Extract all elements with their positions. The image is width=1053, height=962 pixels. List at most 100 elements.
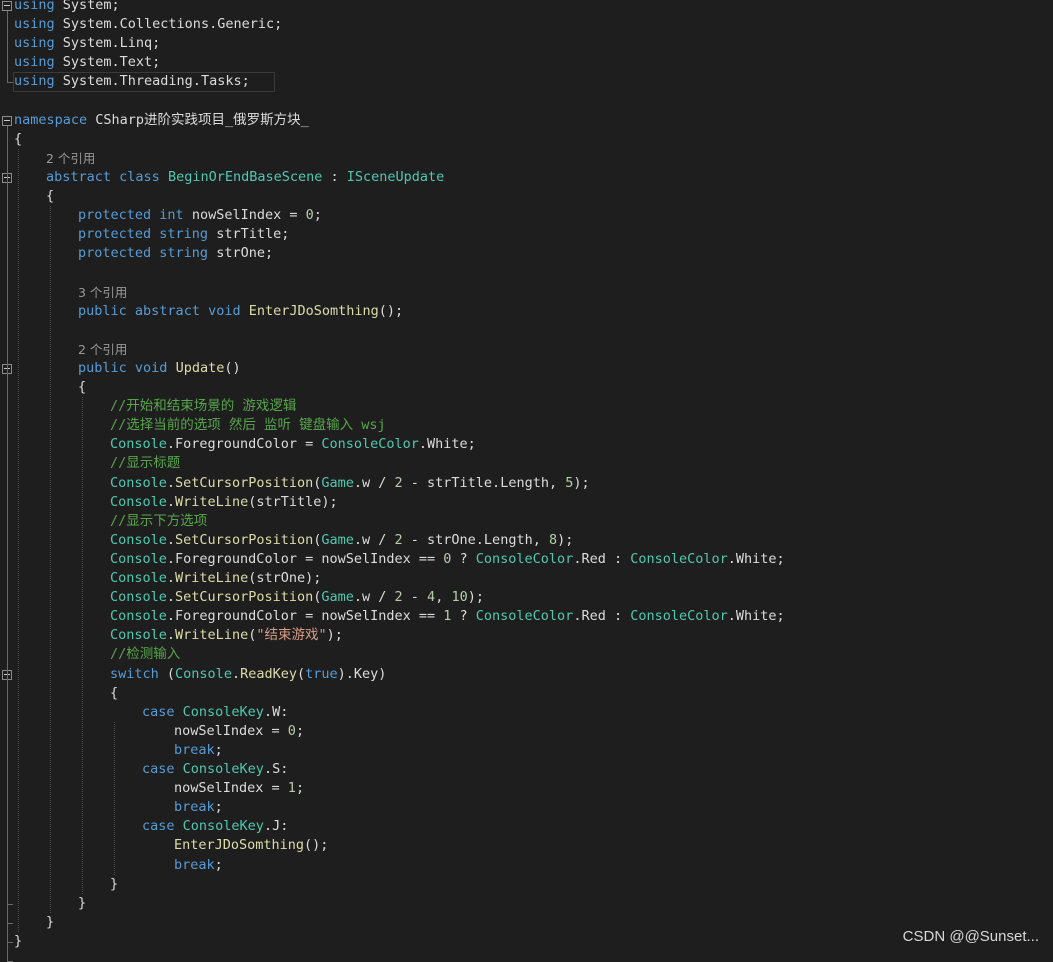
code-token: .S: bbox=[263, 761, 289, 777]
code-line: protected int nowSelIndex = 0; bbox=[0, 206, 1053, 225]
code-token: Console bbox=[110, 589, 167, 606]
code-token: .w / bbox=[353, 589, 395, 606]
code-token: { bbox=[46, 188, 55, 204]
code-text: //开始和结束场景的 游戏逻辑 bbox=[110, 397, 296, 416]
code-token: . bbox=[166, 627, 176, 644]
code-token: break bbox=[174, 856, 215, 873]
code-text: Console.ForegroundColor = nowSelIndex ==… bbox=[110, 607, 785, 626]
code-token: ); bbox=[573, 474, 590, 491]
code-token: Game bbox=[321, 531, 354, 548]
code-token: using bbox=[14, 73, 55, 90]
code-text: protected int nowSelIndex = 0; bbox=[78, 206, 322, 225]
code-token: nowSelIndex = bbox=[174, 722, 288, 739]
code-line: //检测输入 bbox=[0, 645, 1053, 664]
code-editor[interactable]: using System; using System.Collections.Ge… bbox=[0, 0, 1053, 962]
code-token: . bbox=[166, 570, 176, 586]
code-token: 0 bbox=[287, 722, 296, 739]
code-token: .Red : bbox=[573, 550, 631, 567]
code-token: ConsoleColor bbox=[321, 436, 419, 453]
code-token: case bbox=[142, 703, 175, 720]
code-text: abstract class BeginOrEndBaseScene : ISc… bbox=[46, 168, 444, 187]
code-token: } bbox=[78, 894, 87, 911]
code-text: Console.SetCursorPosition(Game.w / 2 - s… bbox=[110, 474, 590, 493]
code-token: using bbox=[14, 35, 55, 52]
code-token: ConsoleKey bbox=[182, 703, 264, 720]
code-line: Console.ForegroundColor = nowSelIndex ==… bbox=[0, 607, 1053, 626]
code-line: } bbox=[0, 875, 1053, 894]
code-token: 2 bbox=[394, 589, 403, 606]
code-token: System.Threading.Tasks; bbox=[54, 73, 250, 90]
code-token: Console bbox=[110, 570, 167, 586]
code-text: protected string strTitle; bbox=[78, 225, 289, 244]
code-token: nowSelIndex = bbox=[183, 207, 306, 224]
code-token: ? bbox=[451, 550, 476, 567]
code-token: Console bbox=[110, 627, 167, 644]
code-text: case ConsoleKey.S: bbox=[142, 760, 288, 779]
code-line: public void Update() bbox=[0, 359, 1053, 378]
codelens-references[interactable]: 2 个引用 bbox=[46, 149, 95, 169]
code-token: ); bbox=[467, 589, 484, 606]
code-token: .W: bbox=[263, 703, 289, 720]
code-text: //选择当前的选项 然后 监听 键盘输入 wsj bbox=[110, 416, 386, 435]
code-text: using System.Collections.Generic; bbox=[14, 15, 282, 34]
code-token: System.Linq; bbox=[54, 35, 161, 52]
code-text: } bbox=[46, 913, 54, 932]
code-token: .w / bbox=[353, 474, 395, 491]
code-token: ; bbox=[313, 207, 322, 224]
code-token: () bbox=[224, 359, 241, 376]
code-token: 4 bbox=[427, 589, 436, 606]
code-line: Console.WriteLine(strTitle); bbox=[0, 493, 1053, 512]
code-line: 2 个引用 bbox=[0, 149, 1053, 168]
code-token: public bbox=[78, 302, 127, 319]
code-text: nowSelIndex = 1; bbox=[174, 779, 304, 798]
code-token: { bbox=[78, 379, 87, 395]
code-token: ).Key) bbox=[337, 665, 387, 682]
code-line: namespace CSharp进阶实践项目_俄罗斯方块_ bbox=[0, 111, 1053, 130]
code-token: string bbox=[159, 245, 209, 262]
code-token: 2 bbox=[394, 474, 403, 491]
code-token: ? bbox=[451, 608, 476, 625]
code-line: Console.SetCursorPosition(Game.w / 2 - 4… bbox=[0, 588, 1053, 607]
code-token: //检测输入 bbox=[110, 646, 181, 663]
code-line: { bbox=[0, 684, 1053, 703]
code-token: } bbox=[110, 875, 119, 892]
code-text: break; bbox=[174, 741, 223, 760]
code-token: System.Text; bbox=[54, 54, 161, 71]
codelens-references[interactable]: 3 个引用 bbox=[78, 283, 127, 303]
code-token: .Red : bbox=[573, 608, 631, 625]
code-token: strOne; bbox=[208, 245, 274, 262]
code-token: ConsoleKey bbox=[182, 761, 264, 777]
code-token: BeginOrEndBaseScene bbox=[167, 168, 323, 185]
code-line: } bbox=[0, 913, 1053, 932]
code-token: 3 个引用 bbox=[78, 284, 128, 300]
code-token: using bbox=[14, 0, 55, 13]
code-token: void bbox=[134, 359, 168, 376]
code-line: using System.Threading.Tasks; bbox=[0, 72, 1053, 91]
code-line: case ConsoleKey.S: bbox=[0, 760, 1053, 779]
code-token: Game bbox=[321, 589, 354, 606]
code-line: nowSelIndex = 0; bbox=[0, 722, 1053, 741]
code-text: break; bbox=[174, 798, 223, 817]
code-token: - strOne.Length, bbox=[402, 531, 549, 548]
code-text: public abstract void EnterJDoSomthing(); bbox=[78, 302, 403, 321]
code-token: Console bbox=[110, 493, 167, 510]
code-token: SetCursorPosition bbox=[175, 531, 314, 548]
code-token: .J: bbox=[263, 818, 289, 835]
code-token: . bbox=[166, 589, 176, 606]
code-text: { bbox=[46, 187, 54, 206]
code-line: break; bbox=[0, 856, 1053, 875]
code-line: } bbox=[0, 894, 1053, 913]
code-line: case ConsoleKey.W: bbox=[0, 703, 1053, 722]
code-token: : bbox=[322, 168, 347, 185]
code-token: int bbox=[159, 207, 184, 224]
code-token: 8 bbox=[548, 531, 558, 548]
codelens-references[interactable]: 2 个引用 bbox=[78, 340, 127, 360]
code-line: abstract class BeginOrEndBaseScene : ISc… bbox=[0, 168, 1053, 187]
code-token: 2 个引用 bbox=[78, 341, 128, 357]
code-token: 1 bbox=[287, 780, 296, 797]
code-token: .ForegroundColor = nowSelIndex == bbox=[166, 550, 444, 567]
code-text: case ConsoleKey.W: bbox=[142, 703, 288, 722]
code-token: void bbox=[208, 302, 241, 319]
